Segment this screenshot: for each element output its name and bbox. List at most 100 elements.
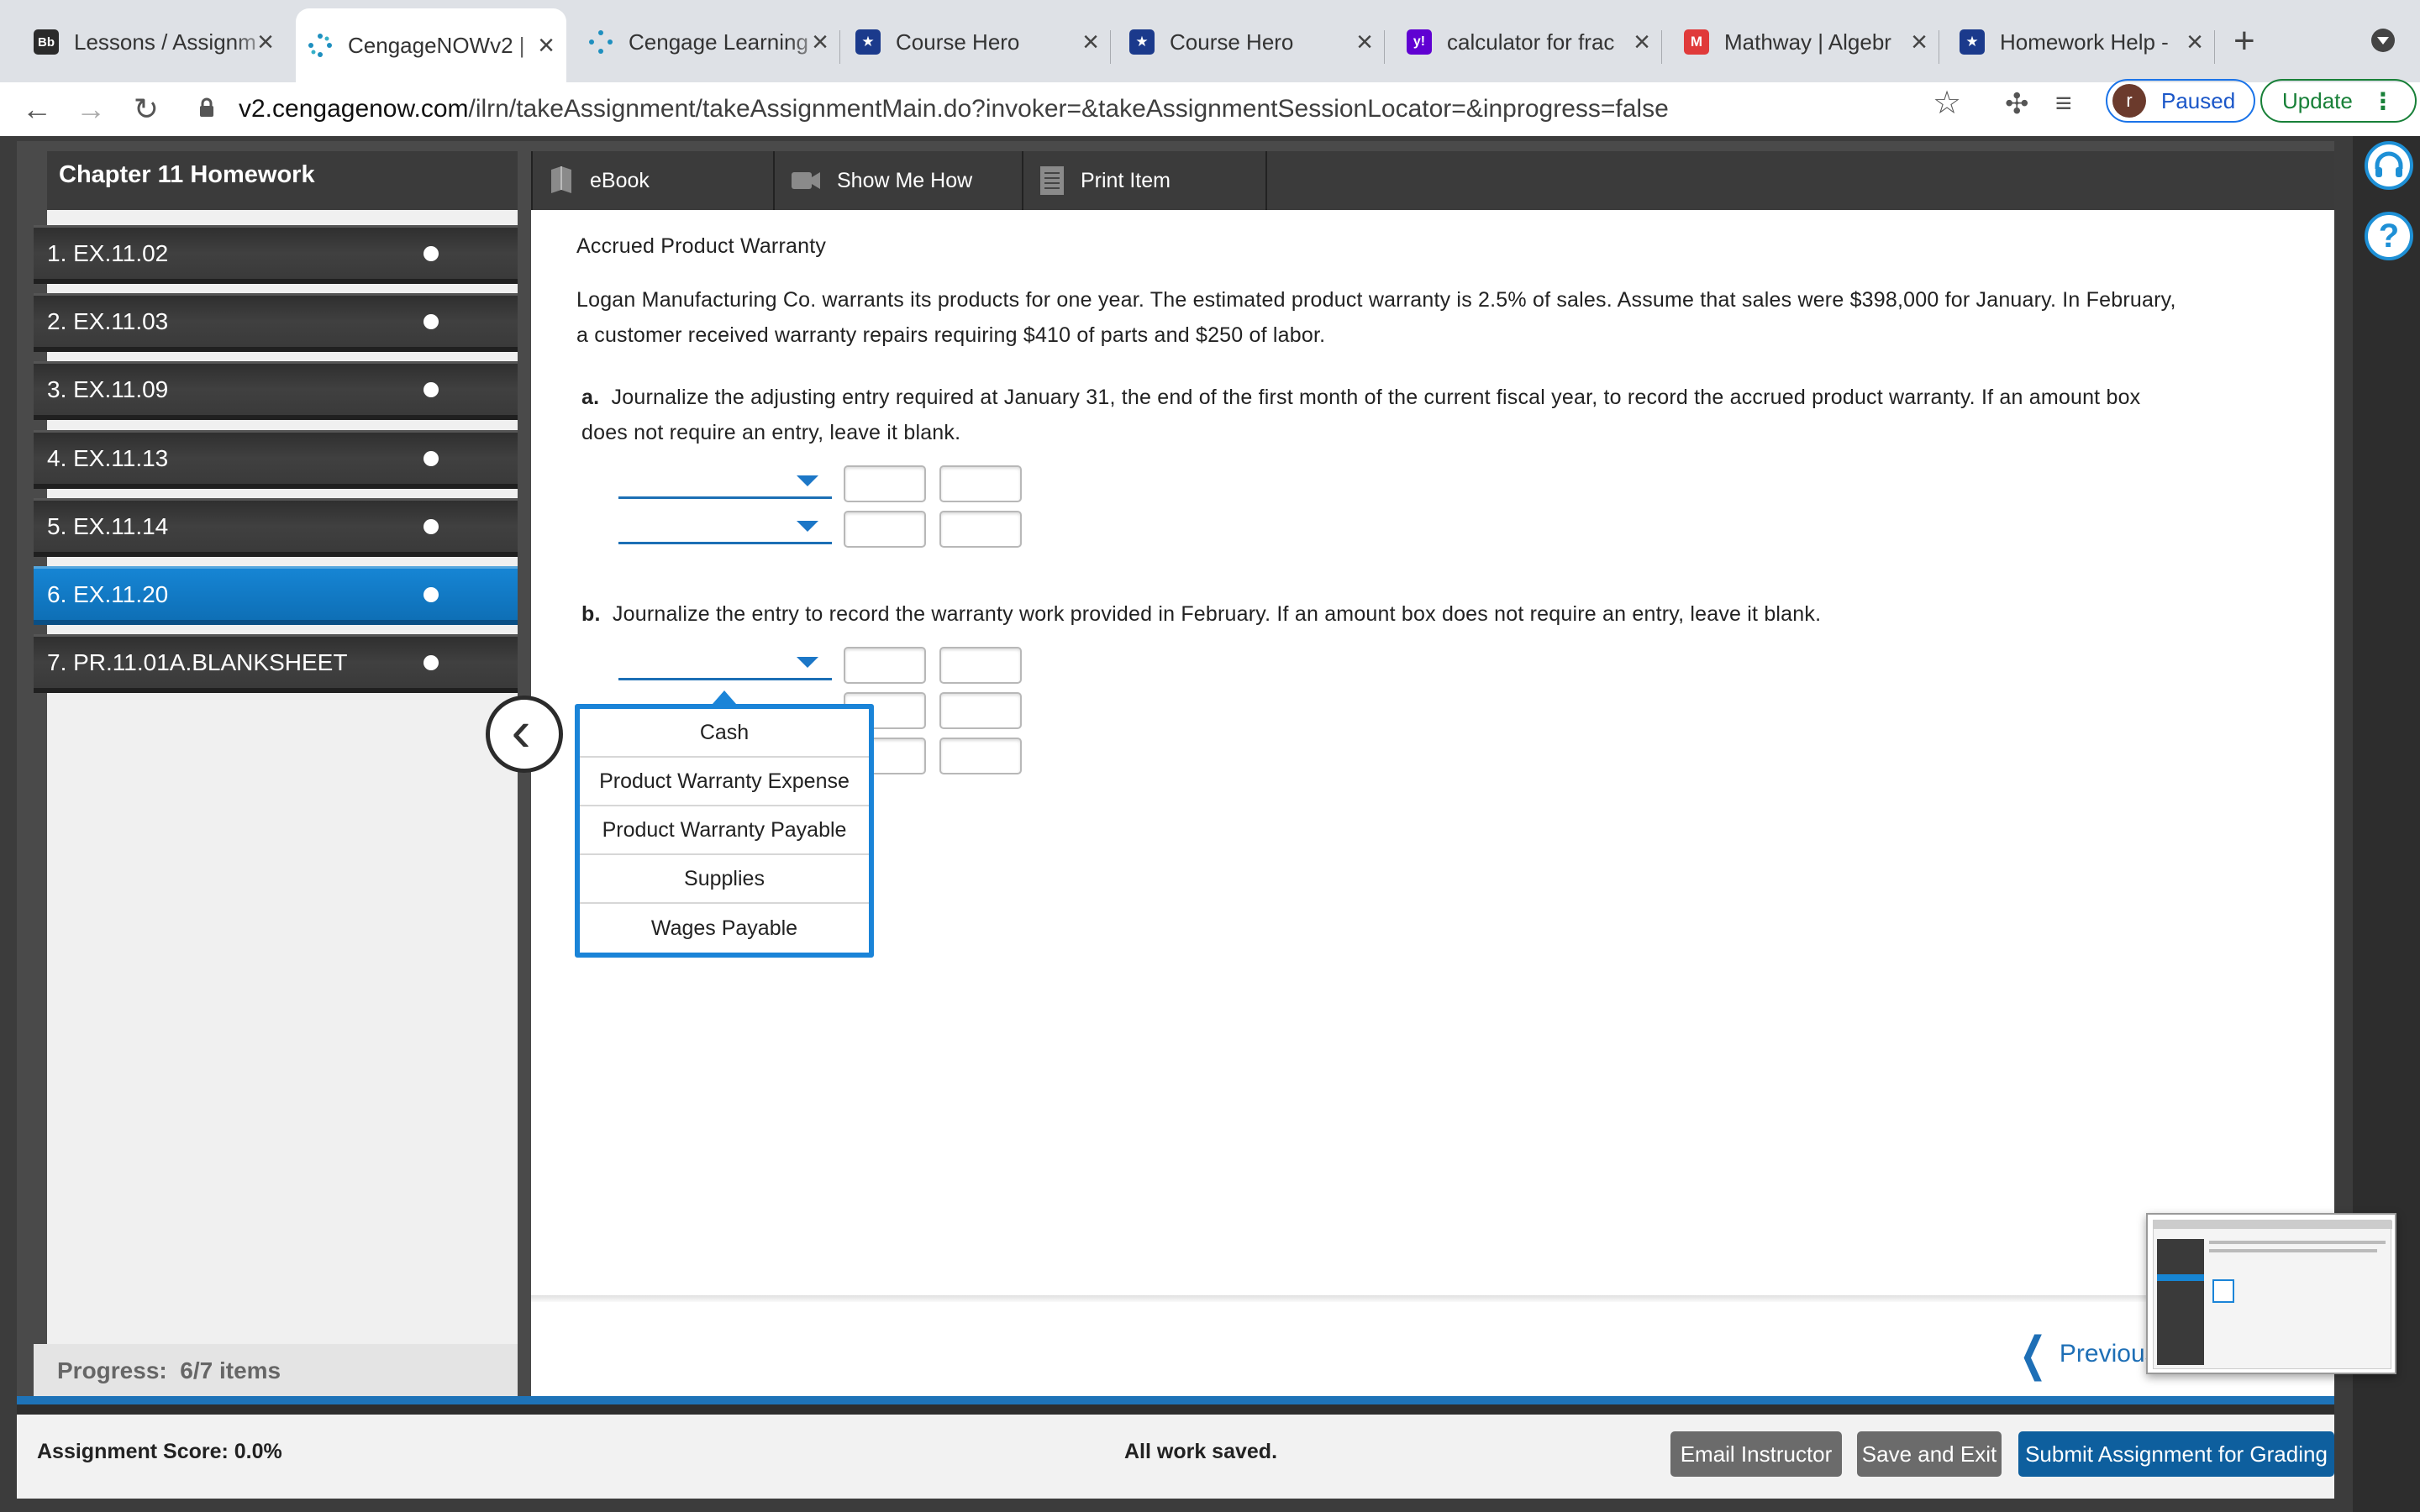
browser-tab-active[interactable]: CengageNOWv2 | × — [296, 8, 566, 82]
account-select[interactable] — [618, 467, 832, 499]
update-button[interactable]: Update ⋮ — [2260, 79, 2417, 123]
collapse-sidebar-button[interactable]: ‹ — [486, 696, 563, 773]
close-tab-icon[interactable]: × — [1911, 26, 1928, 59]
close-tab-icon[interactable]: × — [1082, 26, 1099, 59]
tab-separator — [1661, 30, 1662, 64]
dropdown-option[interactable]: Cash — [580, 709, 869, 758]
question-item-label: 5. EX.11.14 — [47, 512, 169, 539]
part-a-text: Journalize the adjusting entry required … — [611, 386, 2141, 409]
lock-icon[interactable] — [198, 97, 215, 118]
browser-tab[interactable]: ★ Homework Help - × — [1948, 12, 2215, 72]
tab-separator — [1110, 30, 1111, 64]
account-dropdown-menu: Cash Product Warranty Expense Product Wa… — [575, 704, 874, 958]
question-item[interactable]: 5. EX.11.14 — [34, 498, 518, 557]
close-tab-icon[interactable]: × — [538, 29, 555, 62]
footer-divider — [17, 1396, 2334, 1415]
close-tab-icon[interactable]: × — [812, 26, 829, 59]
dropdown-option[interactable]: Product Warranty Payable — [580, 806, 869, 855]
forward-icon[interactable]: → — [69, 87, 113, 131]
headset-support-icon[interactable] — [2365, 141, 2413, 190]
show-me-how-button[interactable]: Show Me How — [775, 151, 1023, 210]
chevron-left-icon: ‹ — [511, 698, 531, 764]
close-tab-icon[interactable]: × — [257, 26, 274, 59]
debit-amount-input[interactable] — [844, 647, 926, 684]
help-question-icon[interactable]: ? — [2365, 212, 2413, 260]
question-item[interactable]: 7. PR.11.01A.BLANKSHEET — [34, 634, 518, 693]
dropdown-option[interactable]: Supplies — [580, 855, 869, 904]
question-body-line: Logan Manufacturing Co. warrants its pro… — [576, 288, 2176, 312]
reload-icon[interactable]: ↻ — [124, 87, 168, 131]
media-control-icon[interactable]: ≡ — [2055, 87, 2072, 120]
part-letter: a. — [581, 386, 600, 409]
question-item-label: 4. EX.11.13 — [47, 444, 169, 471]
assignment-title: Chapter 11 Homework — [47, 151, 518, 210]
question-body-line: a customer received warranty repairs req… — [576, 323, 1326, 347]
dropdown-option[interactable]: Wages Payable — [580, 904, 869, 953]
question-item-selected[interactable]: 6. EX.11.20 — [34, 566, 518, 625]
question-item-label: 6. EX.11.20 — [47, 580, 169, 607]
status-dot — [424, 381, 439, 397]
url-host: v2.cengagenow.com — [239, 95, 469, 123]
credit-amount-input[interactable] — [939, 738, 1022, 774]
profile-button[interactable]: r Paused — [2106, 79, 2256, 123]
question-item[interactable]: 1. EX.11.02 — [34, 225, 518, 284]
status-dot — [424, 654, 439, 670]
browser-tab[interactable]: M Mathway | Algebr × — [1672, 12, 1939, 72]
screenshot-thumbnail[interactable] — [2146, 1213, 2396, 1374]
previous-button[interactable]: ❮ Previous — [2013, 1331, 2158, 1378]
browser-tab[interactable]: ★ Course Hero × — [1118, 12, 1385, 72]
tab-search-icon[interactable] — [2371, 29, 2395, 52]
account-select-open[interactable] — [618, 648, 832, 680]
address-bar[interactable]: v2.cengagenow.com/ilrn/takeAssignment/ta… — [239, 86, 1669, 133]
blackboard-icon: Bb — [34, 29, 59, 55]
progress-indicator: Progress: 6/7 items — [34, 1344, 518, 1396]
part-b-instructions: b. Journalize the entry to record the wa… — [581, 596, 1821, 632]
close-tab-icon[interactable]: × — [2186, 26, 2203, 59]
status-dot — [424, 245, 439, 261]
credit-amount-input[interactable] — [939, 511, 1022, 548]
chevron-left-icon: ❮ — [2019, 1327, 2047, 1380]
print-item-button[interactable]: Print Item — [1023, 151, 1267, 210]
browser-tab[interactable]: Bb Lessons / Assignm × — [22, 12, 286, 72]
account-select[interactable] — [618, 512, 832, 544]
status-dot — [424, 313, 439, 329]
credit-amount-input[interactable] — [939, 465, 1022, 502]
browser-tab[interactable]: y! calculator for frac × — [1395, 12, 1662, 72]
progress-label: Progress: — [57, 1357, 167, 1383]
course-hero-icon: ★ — [1129, 29, 1155, 55]
back-icon[interactable]: ← — [15, 87, 59, 131]
credit-amount-input[interactable] — [939, 647, 1022, 684]
save-and-exit-button[interactable]: Save and Exit — [1857, 1431, 2002, 1477]
browser-tab[interactable]: ★ Course Hero × — [844, 12, 1111, 72]
bookmark-star-icon[interactable]: ☆ — [1933, 84, 1961, 122]
question-item[interactable]: 2. EX.11.03 — [34, 293, 518, 352]
part-b-text: Journalize the entry to record the warra… — [612, 602, 1822, 626]
cengage-icon — [308, 33, 333, 58]
previous-label: Previous — [2059, 1340, 2158, 1368]
question-item[interactable]: 3. EX.11.09 — [34, 361, 518, 420]
ebook-button[interactable]: eBook — [531, 151, 775, 210]
part-a-instructions-cont: does not require an entry, leave it blan… — [581, 421, 961, 444]
content-divider — [531, 1295, 2334, 1302]
email-instructor-button[interactable]: Email Instructor — [1670, 1431, 1842, 1477]
status-dot — [424, 586, 439, 602]
debit-amount-input[interactable] — [844, 465, 926, 502]
status-dot — [424, 518, 439, 534]
avatar: r — [2112, 84, 2146, 118]
debit-amount-input[interactable] — [844, 511, 926, 548]
tab-separator — [1384, 30, 1385, 64]
close-tab-icon[interactable]: × — [1356, 26, 1373, 59]
browser-tab[interactable]: Cengage Learning × — [576, 12, 840, 72]
print-item-label: Print Item — [1081, 168, 1171, 192]
more-menu-icon[interactable]: ⋮ — [2371, 87, 2395, 115]
new-tab-button[interactable]: + — [2233, 18, 2255, 64]
credit-amount-input[interactable] — [939, 692, 1022, 729]
cengage-icon — [588, 29, 613, 55]
tab-separator — [839, 30, 840, 64]
question-item-label: 3. EX.11.09 — [47, 375, 169, 402]
extensions-puzzle-icon[interactable]: ✣ — [2005, 87, 2029, 121]
dropdown-option[interactable]: Product Warranty Expense — [580, 758, 869, 806]
submit-assignment-button[interactable]: Submit Assignment for Grading — [2018, 1431, 2334, 1477]
close-tab-icon[interactable]: × — [1634, 26, 1650, 59]
question-item[interactable]: 4. EX.11.13 — [34, 430, 518, 489]
